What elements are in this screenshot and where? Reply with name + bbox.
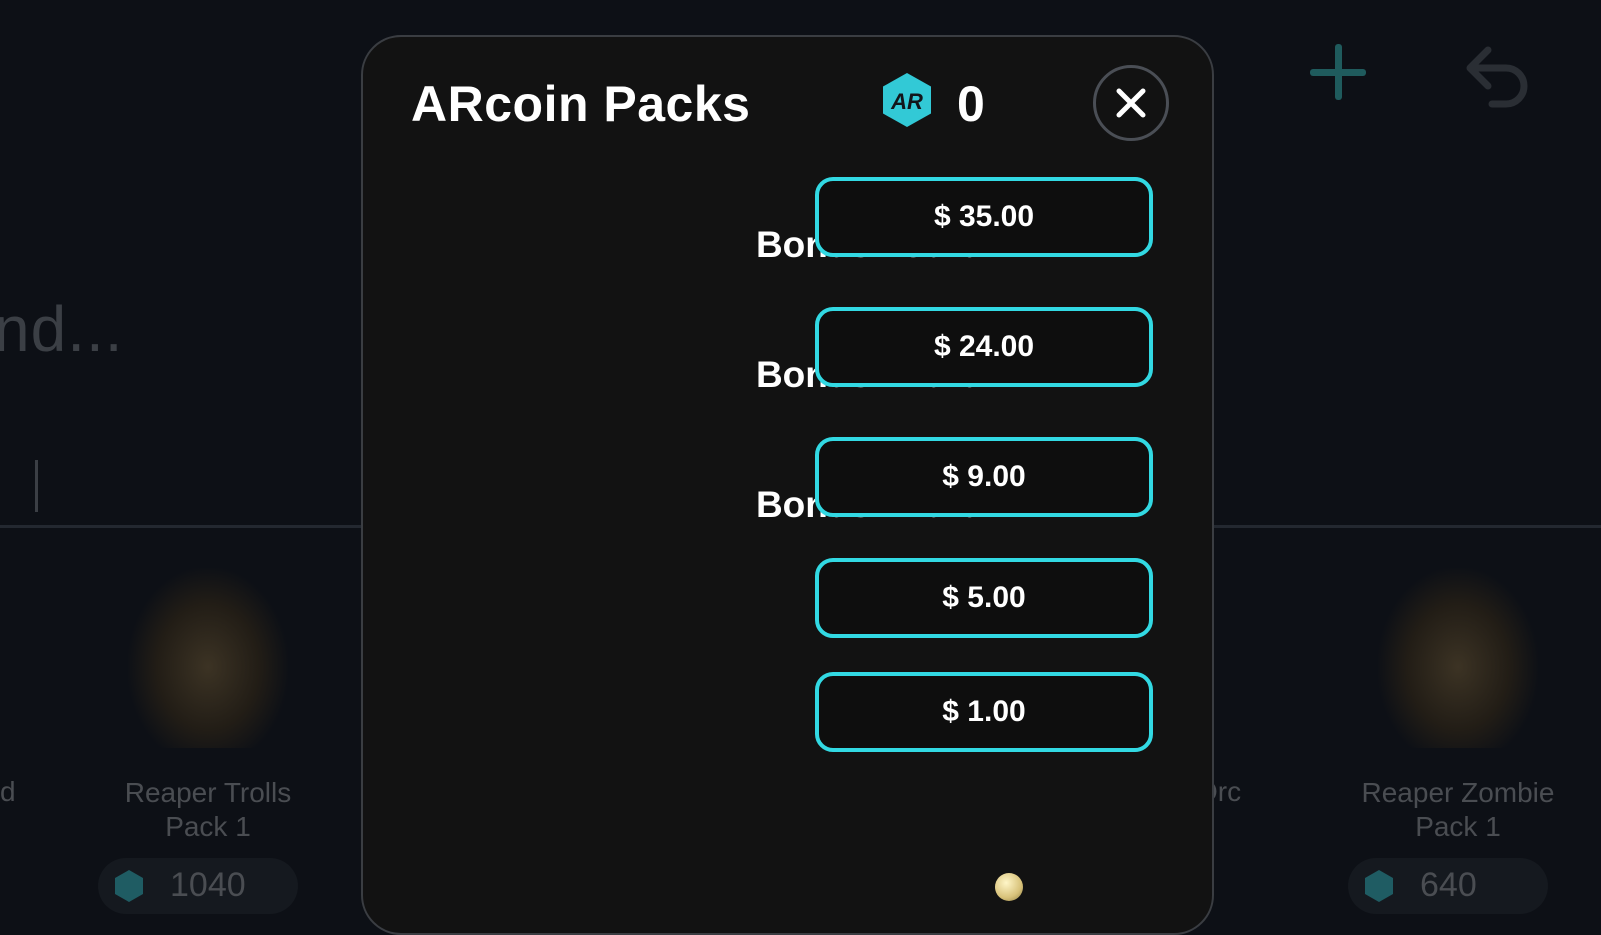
modal-title: ARcoin Packs <box>411 76 751 132</box>
buy-pack-button[interactable]: $ 24.00 <box>815 307 1153 387</box>
arcoin-packs-modal: ARcoin Packs AR 0 AR 4000 Bonus +30% $ 3… <box>361 35 1214 935</box>
buy-pack-button[interactable]: $ 35.00 <box>815 177 1153 257</box>
buy-pack-button[interactable]: $ 1.00 <box>815 672 1153 752</box>
search-input[interactable]: nd... <box>0 292 124 366</box>
coin-decoration <box>995 873 1023 901</box>
search-caret <box>35 460 38 512</box>
arcoin-icon: AR <box>883 73 931 127</box>
card-name-partial: d <box>0 776 16 807</box>
product-card[interactable]: Reaper Trolls Pack 1 1040 <box>88 528 328 914</box>
svg-text:AR: AR <box>890 89 923 114</box>
close-button[interactable] <box>1093 65 1169 141</box>
undo-icon[interactable] <box>1462 40 1532 110</box>
product-image <box>1378 568 1538 748</box>
product-name: Reaper Trolls Pack 1 <box>124 777 292 842</box>
product-price: 1040 <box>98 858 298 914</box>
close-icon <box>1116 88 1146 118</box>
product-image <box>128 568 288 748</box>
product-price: 640 <box>1348 858 1548 914</box>
product-name: Reaper Zombie Pack 1 <box>1361 777 1555 842</box>
buy-pack-button[interactable]: $ 5.00 <box>815 558 1153 638</box>
add-icon[interactable] <box>1310 44 1366 100</box>
coin-balance: 0 <box>957 76 985 132</box>
buy-pack-button[interactable]: $ 9.00 <box>815 437 1153 517</box>
product-card[interactable]: Reaper Zombie Pack 1 640 <box>1338 528 1578 914</box>
